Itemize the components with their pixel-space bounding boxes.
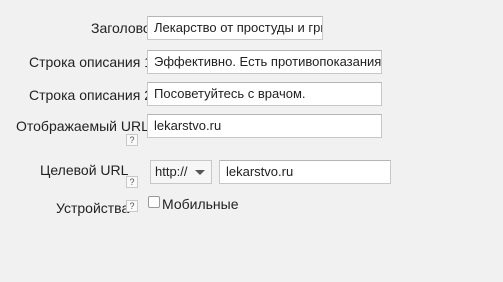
title-input[interactable]: Лекарство от простуды и грипп xyxy=(147,16,323,40)
mobile-checkbox[interactable] xyxy=(148,196,160,208)
description-line-1-input[interactable]: Эффективно. Есть противопоказания. xyxy=(147,50,382,74)
target-url-label: Целевой URL xyxy=(40,162,129,178)
display-url-help-icon[interactable]: ? xyxy=(126,134,138,146)
protocol-select-value: http:// xyxy=(155,164,188,179)
mobile-checkbox-label[interactable]: Мобильные xyxy=(162,196,239,212)
protocol-select[interactable]: http:// xyxy=(150,160,212,184)
description-line-2-label: Строка описания 2 xyxy=(29,87,152,103)
description-line-1-label: Строка описания 1 xyxy=(29,54,152,70)
devices-label: Устройства xyxy=(56,200,130,216)
devices-help-icon[interactable]: ? xyxy=(126,200,138,212)
chevron-down-icon xyxy=(195,170,205,175)
target-url-help-icon[interactable]: ? xyxy=(126,176,138,188)
display-url-label: Отображаемый URL xyxy=(16,118,149,134)
description-line-2-input[interactable]: Посоветуйтесь с врачом. xyxy=(147,82,382,106)
display-url-input[interactable]: lekarstvo.ru xyxy=(147,114,382,138)
target-url-input[interactable]: lekarstvo.ru xyxy=(219,160,391,184)
